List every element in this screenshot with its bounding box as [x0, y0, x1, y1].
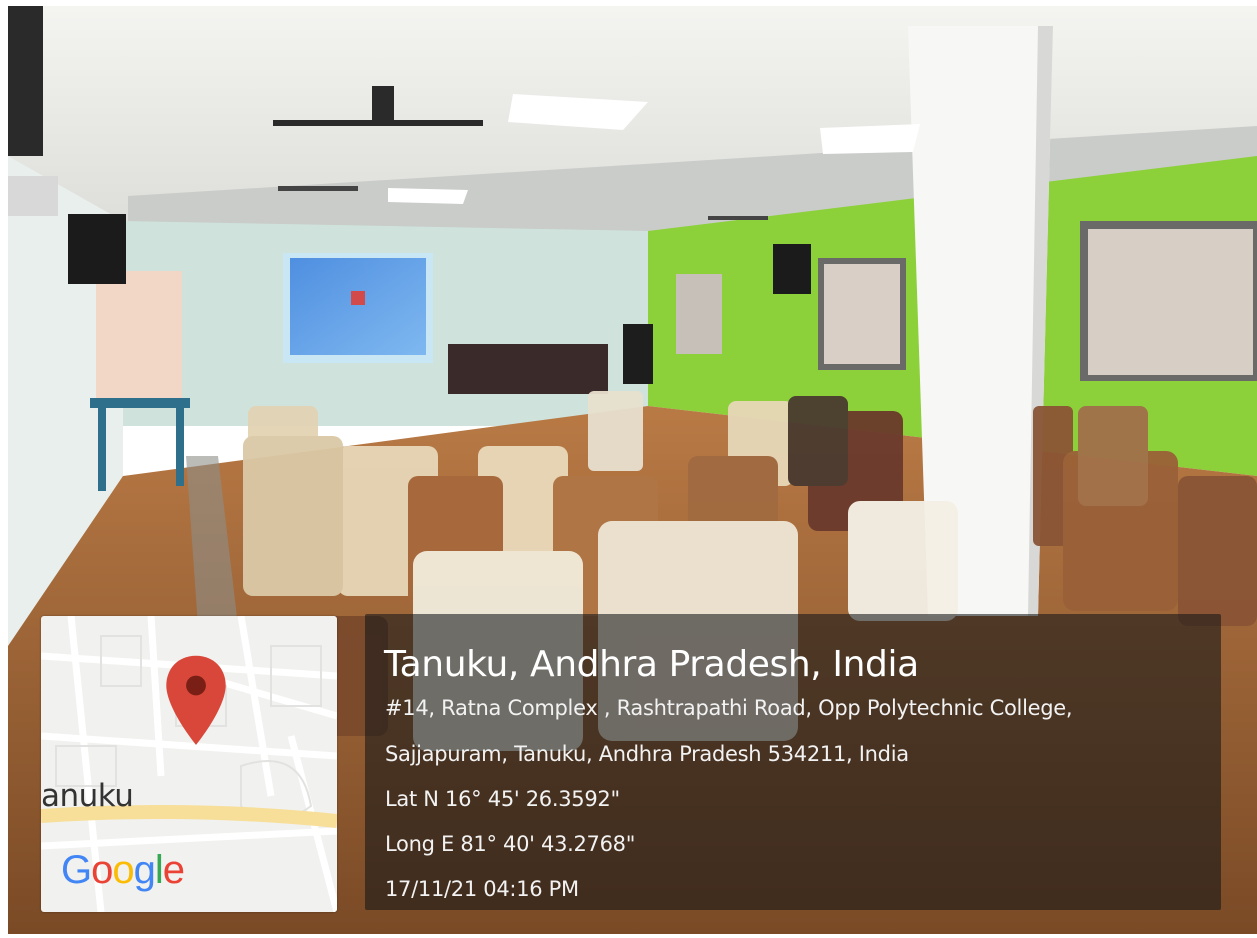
- google-logo: Google: [61, 848, 185, 893]
- google-logo-letter: G: [61, 848, 92, 892]
- geotag-info-panel: Tanuku, Andhra Pradesh, India #14, Ratna…: [365, 614, 1221, 910]
- photo-frame: anuku Google Tanuku, Andhra Pradesh, Ind…: [8, 6, 1257, 934]
- google-logo-letter: l: [154, 848, 164, 892]
- address-line-2: Sajjapuram, Tanuku, Andhra Pradesh 53421…: [385, 742, 909, 766]
- location-title: Tanuku, Andhra Pradesh, India: [384, 644, 919, 685]
- google-logo-letter: e: [162, 848, 185, 892]
- address-line-1: #14, Ratna Complex , Rashtrapathi Road, …: [385, 696, 1073, 720]
- longitude-text: Long E 81° 40' 43.2768": [385, 832, 636, 856]
- latitude-text: Lat N 16° 45' 26.3592": [385, 787, 620, 811]
- timestamp-text: 17/11/21 04:16 PM: [385, 877, 579, 901]
- map-thumbnail: anuku Google: [41, 616, 337, 912]
- google-logo-letter: g: [133, 848, 156, 892]
- map-pin-icon: [166, 655, 226, 745]
- google-logo-letter: o: [112, 848, 134, 892]
- map-place-label: anuku: [41, 778, 134, 814]
- google-logo-letter: o: [91, 848, 113, 892]
